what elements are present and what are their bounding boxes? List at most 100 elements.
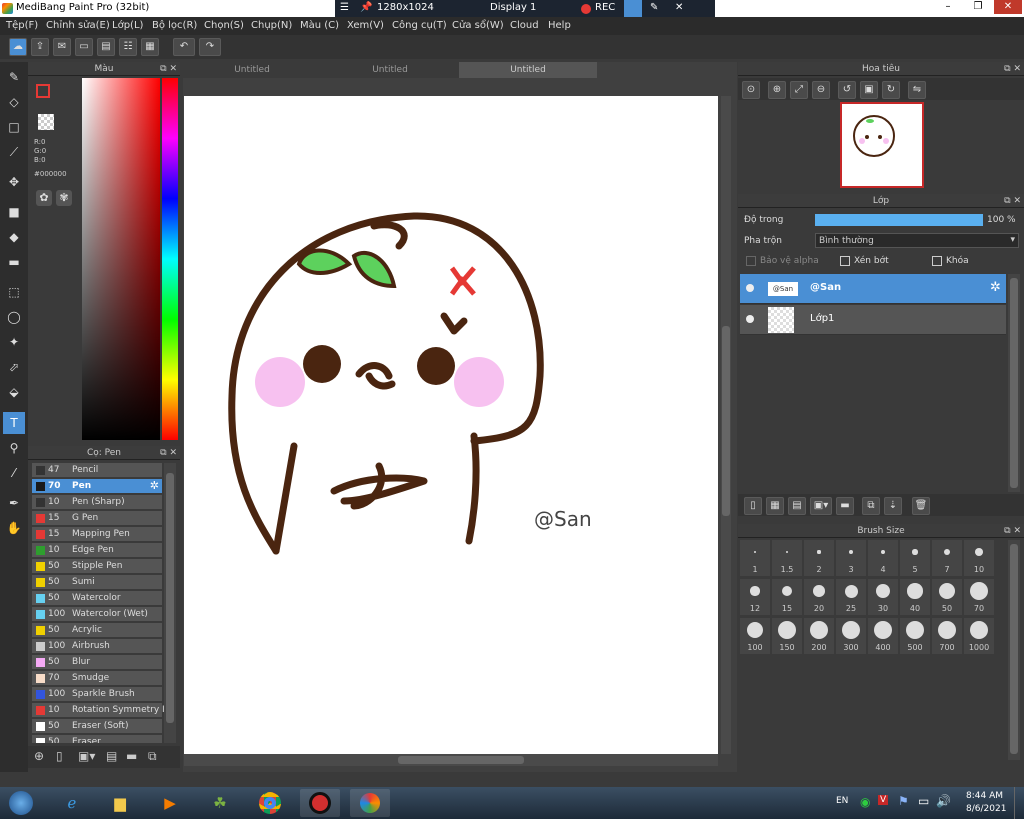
navigator-preview[interactable] xyxy=(840,102,924,188)
brush-item[interactable]: 15 G Pen xyxy=(32,511,162,526)
divide-tool-icon[interactable]: ⁄ xyxy=(3,462,25,484)
brush-size-option[interactable]: 500 xyxy=(900,618,930,654)
brush-size-option[interactable]: 40 xyxy=(900,579,930,615)
drawing-canvas[interactable]: @San xyxy=(184,96,718,754)
visibility-icon[interactable] xyxy=(746,315,754,323)
brush-size-option[interactable]: 50 xyxy=(932,579,962,615)
brush-item[interactable]: 100 Airbrush xyxy=(32,639,162,654)
pen-icon[interactable]: ✎ xyxy=(650,2,658,13)
brush-properties-icon[interactable]: ▤ xyxy=(106,749,117,763)
brush-item[interactable]: 50 Watercolor xyxy=(32,591,162,606)
tab-untitled-3[interactable]: Untitled xyxy=(459,62,597,78)
brush-size-option[interactable]: 1.5 xyxy=(772,540,802,576)
brush-item[interactable]: 50 Sumi xyxy=(32,575,162,590)
pin-icon[interactable]: 📌 xyxy=(360,2,372,13)
brush-item[interactable]: 15 Mapping Pen xyxy=(32,527,162,542)
brush-item[interactable]: 70 Pen ✲ xyxy=(32,479,162,494)
flip-icon[interactable]: ⇋ xyxy=(908,81,926,99)
show-desktop-button[interactable] xyxy=(1014,787,1024,819)
brush-item[interactable]: 50 Acrylic xyxy=(32,623,162,638)
new-brush-icon[interactable]: ▯ xyxy=(56,749,63,763)
fill-rect-tool-icon[interactable]: ■ xyxy=(3,201,25,223)
brush-item[interactable]: 100 Watercolor (Wet) xyxy=(32,607,162,622)
lasso-tool-icon[interactable]: ◯ xyxy=(3,306,25,328)
cloud-icon[interactable]: ☁ xyxy=(9,38,27,56)
reset-view-icon[interactable]: ▣ xyxy=(860,81,878,99)
brush-size-option[interactable]: 15 xyxy=(772,579,802,615)
layer-folder-icon[interactable]: ▬ xyxy=(836,497,854,515)
palette-settings-icon[interactable]: ✾ xyxy=(56,190,72,206)
lock-checkbox[interactable] xyxy=(932,256,942,266)
brush-size-option[interactable]: 7 xyxy=(932,540,962,576)
scrollbar-thumb[interactable] xyxy=(166,473,174,723)
tab-untitled-1[interactable]: Untitled xyxy=(183,62,321,78)
add-brush-icon[interactable]: ⊕ xyxy=(34,749,44,763)
chrome-icon[interactable] xyxy=(250,789,290,817)
brush-item[interactable]: 70 Smudge xyxy=(32,671,162,686)
menu-filter[interactable]: Bộ lọc(R) xyxy=(152,20,197,31)
panel-controls-icon[interactable]: ⧉ ✕ xyxy=(1004,194,1021,208)
brush-size-option[interactable]: 300 xyxy=(836,618,866,654)
recorder-taskbar-icon[interactable] xyxy=(300,789,340,817)
brush-size-scroll-thumb[interactable] xyxy=(1010,544,1018,754)
brush-size-option[interactable]: 12 xyxy=(740,579,770,615)
select-eraser-icon[interactable]: ⬙ xyxy=(3,381,25,403)
brush-add-menu-icon[interactable]: ▣▾ xyxy=(78,749,95,763)
brush-item[interactable]: 10 Rotation Symmetry I xyxy=(32,703,165,718)
new-layer-icon[interactable]: ▯ xyxy=(744,497,762,515)
line-tool-icon[interactable]: ⟋ xyxy=(3,141,25,163)
eyedropper-icon[interactable]: ✒ xyxy=(3,492,25,514)
clip-checkbox[interactable] xyxy=(840,256,850,266)
brush-size-option[interactable]: 70 xyxy=(964,579,994,615)
tab-untitled-2[interactable]: Untitled xyxy=(321,62,459,78)
operation-tool-icon[interactable]: ⚲ xyxy=(3,437,25,459)
menu-window[interactable]: Cửa sổ(W) xyxy=(452,20,504,31)
text-tool-icon[interactable]: T xyxy=(3,412,25,434)
visibility-icon[interactable] xyxy=(746,284,754,292)
canvas-horizontal-scrollbar[interactable] xyxy=(184,754,718,766)
maximize-button[interactable]: ❐ xyxy=(964,0,992,14)
document-icon[interactable]: ▤ xyxy=(97,38,115,56)
minimize-button[interactable]: – xyxy=(934,0,962,14)
upload-icon[interactable]: ⇪ xyxy=(31,38,49,56)
magic-wand-icon[interactable]: ✦ xyxy=(3,331,25,353)
panel-controls-icon[interactable]: ⧉ ✕ xyxy=(160,62,177,76)
select-rect-icon[interactable]: ⬚ xyxy=(3,281,25,303)
brush-item[interactable]: 50 Eraser (Soft) xyxy=(32,719,162,734)
redo-icon[interactable]: ↷ xyxy=(199,38,221,56)
brush-size-option[interactable]: 5 xyxy=(900,540,930,576)
brush-size-option[interactable]: 200 xyxy=(804,618,834,654)
layer-row-lop1[interactable]: Lớp1 xyxy=(740,305,1006,335)
menu-cloud[interactable]: Cloud xyxy=(510,20,539,31)
rotate-right-icon[interactable]: ↻ xyxy=(882,81,900,99)
primary-color-swatch[interactable] xyxy=(36,84,50,98)
brush-tool-icon[interactable]: ✎ xyxy=(3,66,25,88)
zoom-out-icon[interactable]: ⊖ xyxy=(812,81,830,99)
opacity-slider[interactable] xyxy=(815,214,983,226)
menu-color[interactable]: Màu (C) xyxy=(300,20,339,31)
vscroll-thumb[interactable] xyxy=(722,326,730,516)
display-icon[interactable]: ▭ xyxy=(918,794,929,808)
brush-size-option[interactable]: 400 xyxy=(868,618,898,654)
brush-size-option[interactable]: 100 xyxy=(740,618,770,654)
menu-capture[interactable]: Chụp(N) xyxy=(251,20,292,31)
brush-size-scrollbar[interactable] xyxy=(1008,540,1020,760)
app-clover-icon[interactable]: ☘ xyxy=(200,789,240,817)
duplicate-layer-icon[interactable]: ⧉ xyxy=(862,497,880,515)
brush-item[interactable]: 50 Stipple Pen xyxy=(32,559,162,574)
shape-tool-icon[interactable]: □ xyxy=(3,116,25,138)
volume-icon[interactable]: 🔊 xyxy=(936,794,951,808)
brush-size-option[interactable]: 30 xyxy=(868,579,898,615)
new-8bit-layer-icon[interactable]: ▤ xyxy=(788,497,806,515)
transparent-swatch[interactable] xyxy=(38,114,54,130)
brush-item[interactable]: 47 Pencil xyxy=(32,463,162,478)
recorder-menu-icon[interactable]: ☰ xyxy=(340,2,349,13)
blend-mode-select[interactable]: Bình thường ▾ xyxy=(815,233,1019,248)
brush-size-option[interactable]: 4 xyxy=(868,540,898,576)
brush-size-option[interactable]: 3 xyxy=(836,540,866,576)
brush-size-option[interactable]: 10 xyxy=(964,540,994,576)
brush-size-option[interactable]: 20 xyxy=(804,579,834,615)
brush-item[interactable]: 10 Pen (Sharp) xyxy=(32,495,162,510)
brush-size-option[interactable]: 1 xyxy=(740,540,770,576)
file-explorer-icon[interactable]: ▆ xyxy=(100,789,140,817)
